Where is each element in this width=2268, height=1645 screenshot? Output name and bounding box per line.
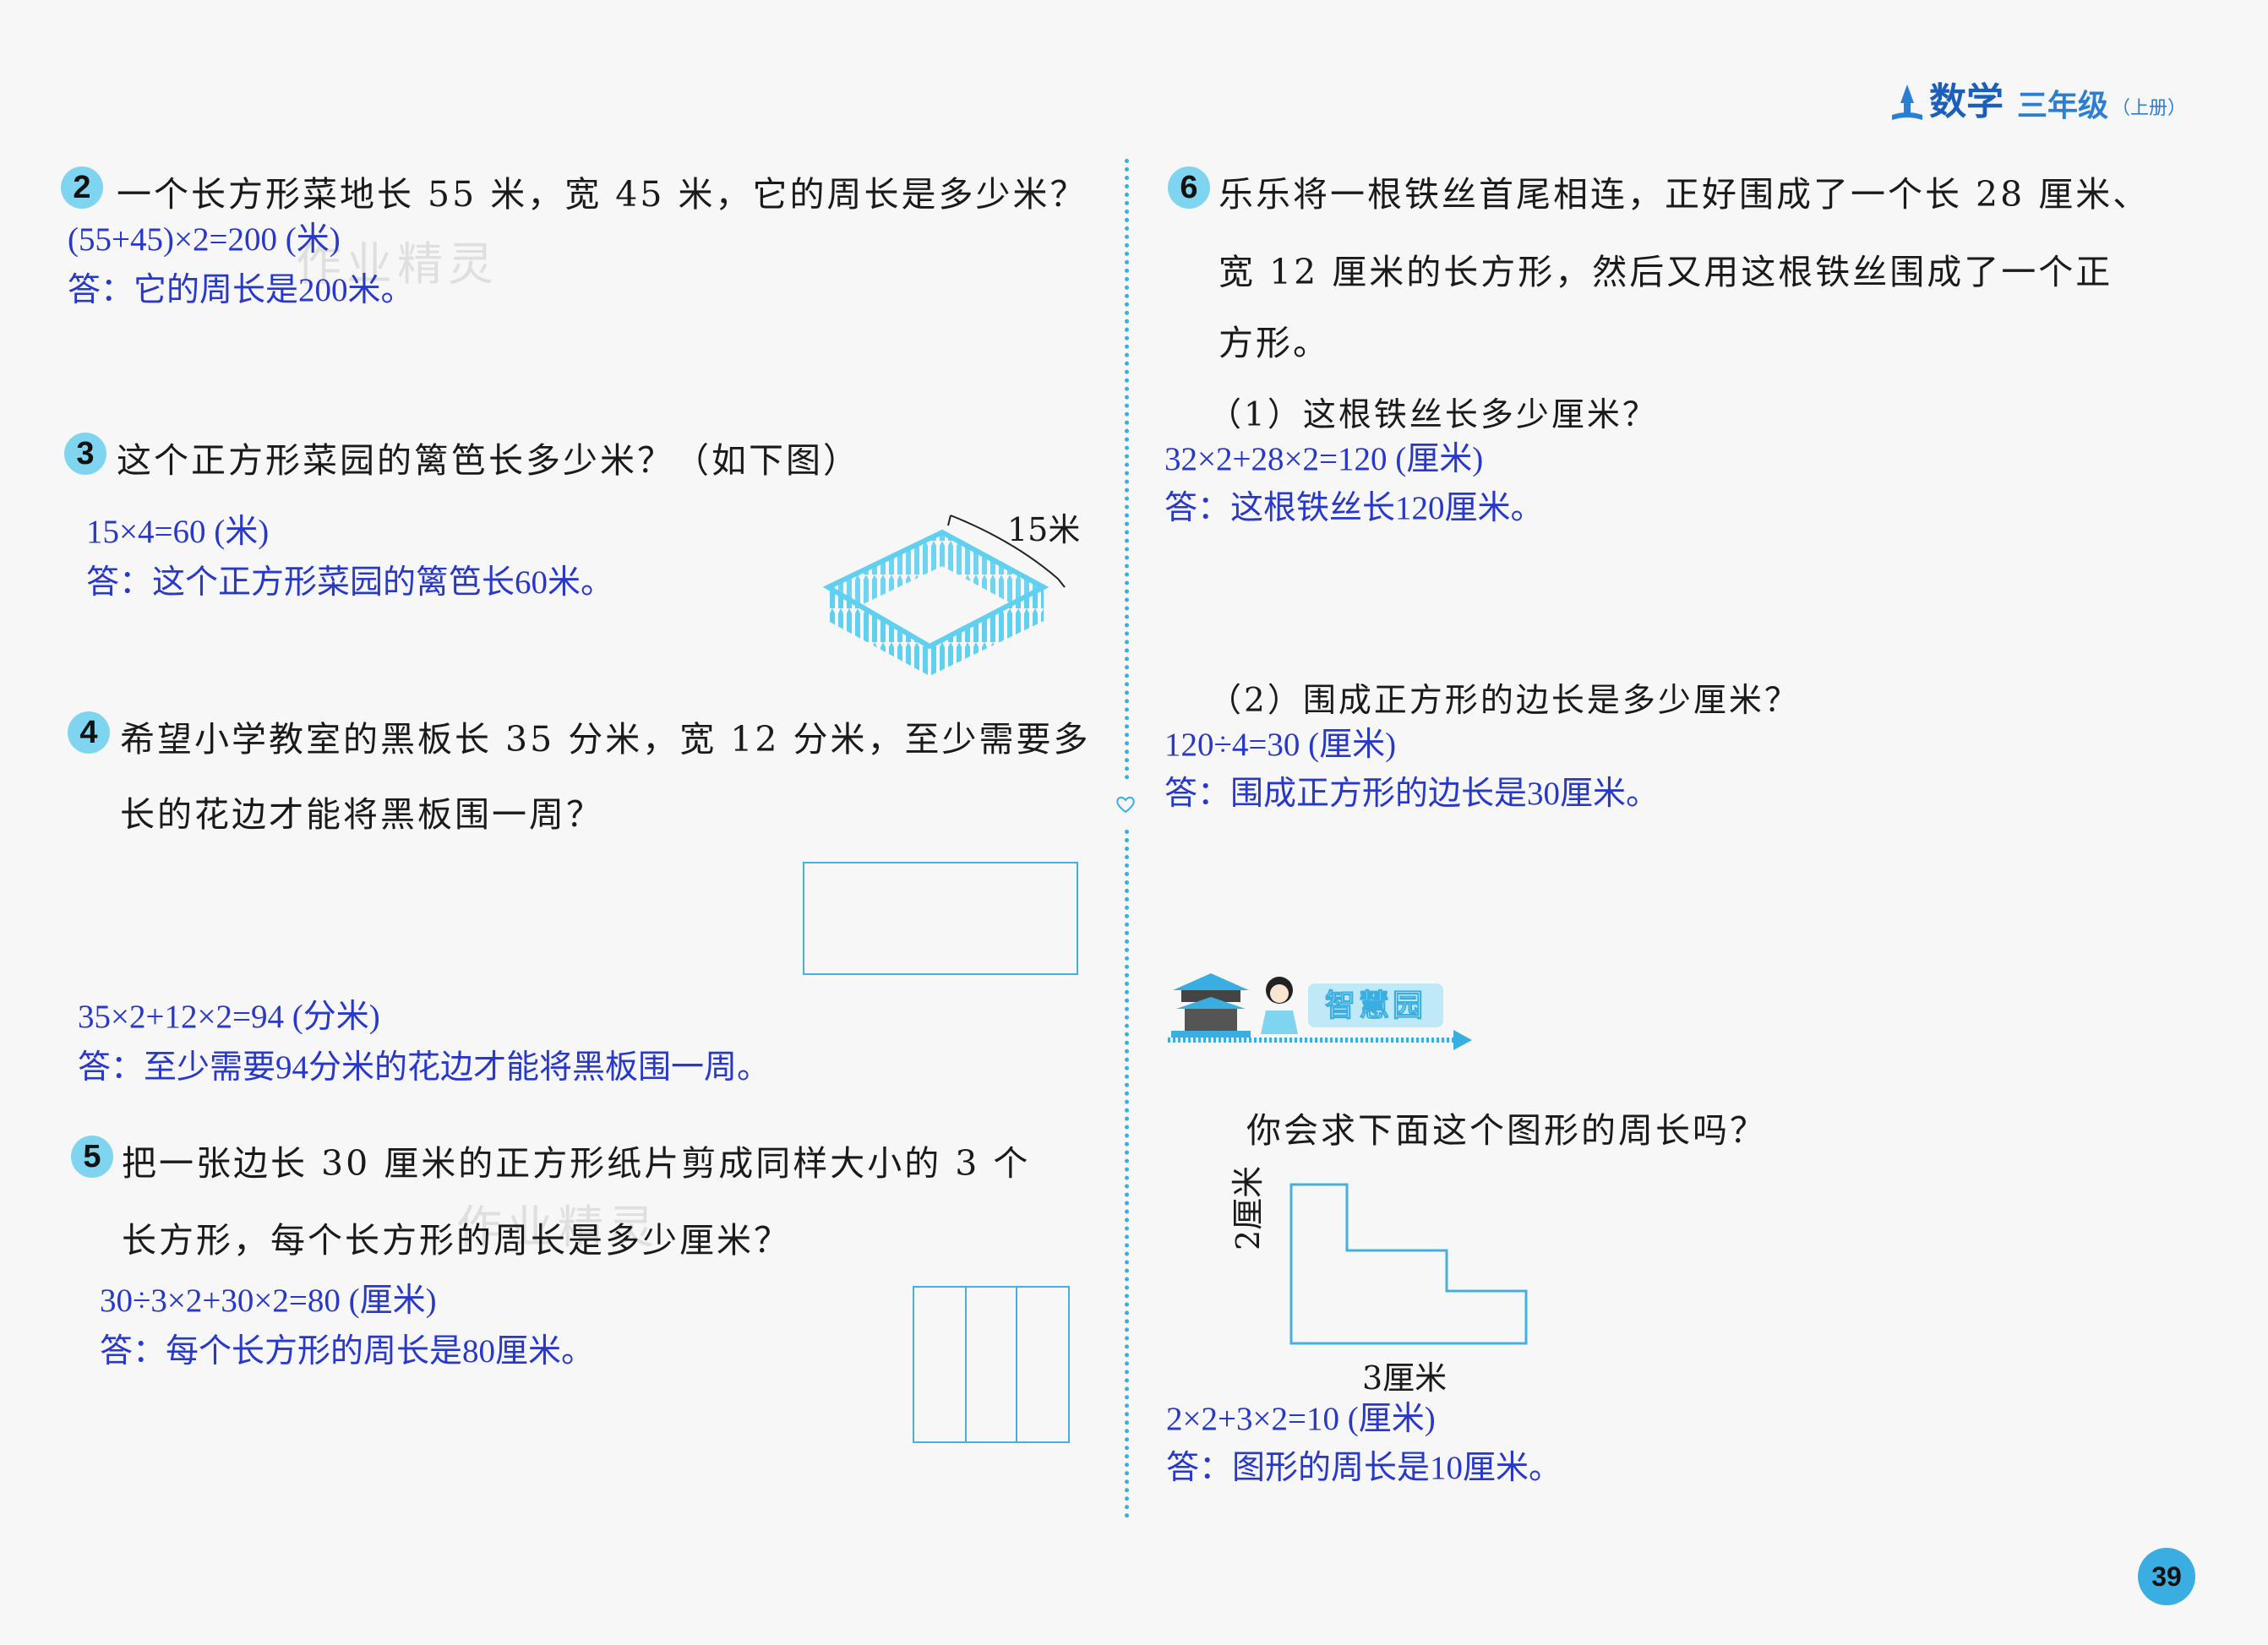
question-2-answer: 答：它的周长是200米。 (68, 272, 414, 308)
figure-height-label: 2厘米 (1229, 1165, 1267, 1250)
book-logo-icon (1892, 84, 1922, 120)
question-6-text-line1: 乐乐将一根铁丝首尾相连，正好围成了一个长 28 厘米、 (1219, 174, 2151, 215)
question-4-answer: 答：至少需要94分米的花边才能将黑板围一周。 (78, 1049, 771, 1086)
cut-line (1016, 1288, 1017, 1441)
question-2-text: 一个长方形菜地长 55 米，宽 45 米，它的周长是多少米？ (117, 174, 1088, 215)
header-subject: 数学 (1929, 81, 2004, 123)
header-grade: 三年级 (2017, 88, 2109, 123)
wisdom-question: 你会求下面这个图形的周长吗？ (1246, 1110, 1767, 1151)
heart-icon (1116, 796, 1135, 814)
question-5-text-line2: 长方形，每个长方形的周长是多少厘米？ (122, 1220, 791, 1261)
question-3-answer: 答：这个正方形菜园的篱笆长60米。 (86, 564, 614, 601)
header-volume: （上册） (2112, 97, 2187, 118)
question-6-sub1-answer-formula: 32×2+28×2=120 (厘米) (1164, 441, 1484, 477)
question-number-6: 6 (1168, 166, 1210, 209)
wisdom-banner-label: 智慧园 (1324, 988, 1426, 1023)
question-4-answer-formula: 35×2+12×2=94 (分米) (78, 999, 380, 1035)
question-3-answer-formula: 15×4=60 (米) (86, 514, 270, 550)
question-4-text-line2: 长的花边才能将黑板围一周？ (120, 794, 603, 835)
question-6-text-line3: 方形。 (1219, 323, 1330, 363)
question-6-sub2-answer: 答：围成正方形的边长是30厘米。 (1164, 776, 1660, 812)
figure-width-label: 3厘米 (1362, 1359, 1447, 1397)
question-5-answer: 答：每个长方形的周长是80厘米。 (100, 1333, 595, 1370)
header: 数学 三年级 （上册） (1889, 74, 2186, 125)
question-4-text-line1: 希望小学教室的黑板长 35 分米，宽 12 分米，至少需要多 (120, 719, 1091, 760)
page-number: 39 (2138, 1548, 2195, 1605)
wisdom-answer-formula: 2×2+3×2=10 (厘米) (1166, 1401, 1436, 1437)
fence-side-label: 15米 (1007, 511, 1081, 548)
banner-arrow-line (1168, 1030, 1472, 1050)
cartoon-girl-icon (1261, 977, 1298, 1034)
column-divider-top (1125, 159, 1129, 780)
staircase-figure (1289, 1183, 1528, 1345)
question-5-text-line1: 把一张边长 30 厘米的正方形纸片剪成同样大小的 3 个 (122, 1143, 1031, 1184)
question-number-2: 2 (61, 166, 103, 209)
question-6-sub2: （2）围成正方形的边长是多少厘米？ (1208, 682, 1800, 720)
square-cut-into-three (913, 1286, 1070, 1443)
wisdom-answer: 答：图形的周长是10厘米。 (1166, 1450, 1562, 1486)
blackboard-rectangle (803, 862, 1078, 975)
cut-line (965, 1288, 967, 1441)
question-6-sub1: （1）这根铁丝长多少厘米？ (1208, 396, 1658, 434)
question-6-text-line2: 宽 12 厘米的长方形，然后又用这根铁丝围成了一个正 (1219, 252, 2113, 292)
question-5-answer-formula: 30÷3×2+30×2=80 (厘米) (100, 1283, 437, 1319)
column-divider-bottom (1125, 830, 1129, 1518)
question-6-sub2-answer-formula: 120÷4=30 (厘米) (1164, 727, 1397, 763)
question-3-text: 这个正方形菜园的篱笆长多少米？（如下图） (117, 440, 860, 481)
question-number-3: 3 (64, 433, 106, 475)
question-number-5: 5 (71, 1136, 113, 1178)
question-2-answer-formula: (55+45)×2=200 (米) (68, 221, 341, 258)
wisdom-banner: 智慧园 (1308, 983, 1443, 1027)
question-6-sub1-answer: 答：这根铁丝长120厘米。 (1164, 490, 1544, 526)
question-number-4: 4 (68, 711, 110, 754)
